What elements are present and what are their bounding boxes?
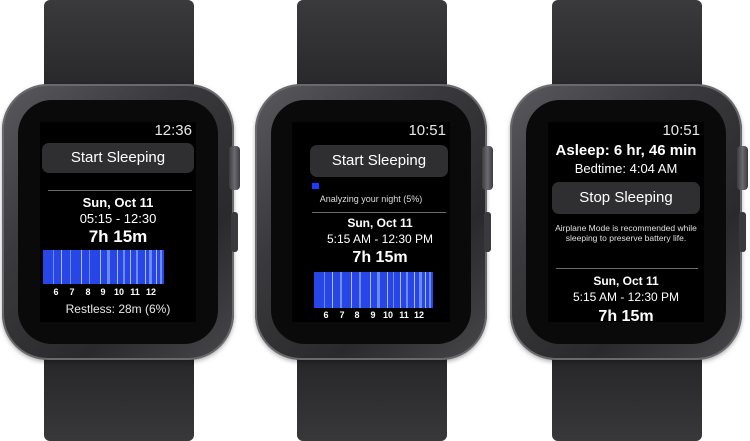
watch-screen: 10:51 Asleep: 6 hr, 46 min Bedtime: 4:04… [548,122,704,322]
stop-sleeping-button[interactable]: Stop Sleeping [552,182,700,214]
asleep-duration: Asleep: 6 hr, 46 min [555,142,697,159]
airplane-mode-note: Airplane Mode is recommended while sleep… [555,223,697,243]
sleep-chart-stripe [369,272,371,308]
watch-case: 10:51 Start Sleeping Analyzing your nigh… [255,84,487,360]
session-time-range: 05:15 - 12:30 [79,211,157,226]
analyzing-progress-bar [312,183,319,189]
start-sleeping-button[interactable]: Start Sleeping [42,143,194,173]
sleep-chart-stripe [323,272,325,308]
sleep-chart-stripe [424,272,426,308]
sleep-chart-stripe [107,250,110,284]
session-duration: 7h 15m [598,308,654,322]
sleep-chart-stripe [88,250,91,284]
chart-hour-label: 12 [413,310,424,320]
sleep-chart-stripe [99,250,101,284]
watch-bezel: 10:51 Start Sleeping Analyzing your nigh… [271,100,471,344]
sleep-chart-stripe [386,272,388,308]
sleep-chart-stripe [413,272,416,308]
session-time-range: 5:15 AM - 12:30 PM [326,232,434,246]
chart-hour-label: 6 [323,310,329,320]
chart-hour-label: 12 [145,287,156,297]
watch-3: 10:51 Asleep: 6 hr, 46 min Bedtime: 4:04… [508,0,748,441]
sleep-chart-stripe [377,272,380,308]
sleep-chart-stripe [340,272,342,308]
sleep-chart-stripe [116,250,118,284]
watch-2: 10:51 Start Sleeping Analyzing your nigh… [253,0,493,441]
chart-hour-label: 9 [100,287,106,297]
sleep-chart-stripe [61,250,63,284]
session-date: Sun, Oct 11 [593,274,659,288]
sleep-chart-stripe [160,250,163,284]
sleep-chart-stripe [136,250,139,284]
sleep-chart-stripe [359,272,361,308]
sleep-chart[interactable] [314,272,433,308]
watch-bezel: 12:36 Start Sleeping Sun, Oct 11 05:15 -… [18,100,218,344]
clock-time: 10:51 [662,122,700,139]
analyzing-status: Analyzing your night (5%) [319,194,423,204]
divider [312,212,446,213]
session-duration: 7h 15m [352,249,408,266]
chart-hour-label: 9 [370,310,376,320]
session-date: Sun, Oct 11 [82,195,154,210]
chart-hour-labels: 6 7 8 9 10 11 12 [315,310,433,322]
chart-hour-label: 10 [113,287,124,297]
clock-time: 10:51 [408,122,446,139]
divider [48,190,192,191]
sleep-chart-stripe [122,250,125,284]
sleep-chart-stripe [418,272,422,308]
chart-hour-labels: 6 7 8 9 10 11 12 [45,287,165,299]
sleep-chart-stripe [80,250,82,284]
chart-hour-label: 6 [53,287,59,297]
side-button[interactable] [231,212,238,252]
sleep-chart-stripe [405,272,408,308]
chart-hour-label: 11 [130,287,140,297]
watch-bezel: 10:51 Asleep: 6 hr, 46 min Bedtime: 4:04… [526,100,726,344]
watch-case: 10:51 Asleep: 6 hr, 46 min Bedtime: 4:04… [510,84,742,360]
sleep-chart-stripe [149,250,153,284]
session-date: Sun, Oct 11 [347,216,413,230]
bedtime: Bedtime: 4:04 AM [574,161,678,176]
session-duration: 7h 15m [88,227,148,246]
chart-hour-label: 10 [382,310,393,320]
side-button[interactable] [484,212,491,252]
watch-band-bottom [297,355,447,441]
sleep-chart-stripe [392,272,395,308]
sleep-chart-stripe [52,250,55,284]
sleep-chart-stripe [429,272,432,308]
sleep-chart-stripe [350,272,352,308]
sleep-chart-stripe [155,250,157,284]
sleep-chart-stripe [130,250,131,284]
divider [556,268,698,269]
sleep-chart[interactable] [43,250,164,284]
chart-hour-label: 7 [339,310,345,320]
clock-time: 12:36 [154,122,192,139]
sleep-chart-stripe [399,272,401,308]
watch-case: 12:36 Start Sleeping Sun, Oct 11 05:15 -… [2,84,234,360]
chart-hour-label: 7 [69,287,75,297]
digital-crown[interactable] [229,146,240,190]
watch-1: 12:36 Start Sleeping Sun, Oct 11 05:15 -… [0,0,240,441]
restless-summary: Restless: 28m (6%) [65,302,171,316]
sleep-chart-stripe [144,250,146,284]
chart-hour-label: 8 [85,287,91,297]
chart-hour-label: 11 [399,310,409,320]
sleep-chart-stripe [331,272,333,308]
chart-hour-label: 8 [354,310,360,320]
watch-band-bottom [552,355,702,441]
digital-crown[interactable] [737,146,748,190]
watch-screen: 10:51 Start Sleeping Analyzing your nigh… [292,122,450,322]
side-button[interactable] [739,212,746,252]
session-time-range: 5:15 AM - 12:30 PM [572,290,680,304]
sleep-chart-stripe [69,250,72,284]
watch-band-bottom [44,355,194,441]
watch-screen: 12:36 Start Sleeping Sun, Oct 11 05:15 -… [40,122,196,322]
start-sleeping-button[interactable]: Start Sleeping [310,145,448,177]
digital-crown[interactable] [482,146,493,190]
